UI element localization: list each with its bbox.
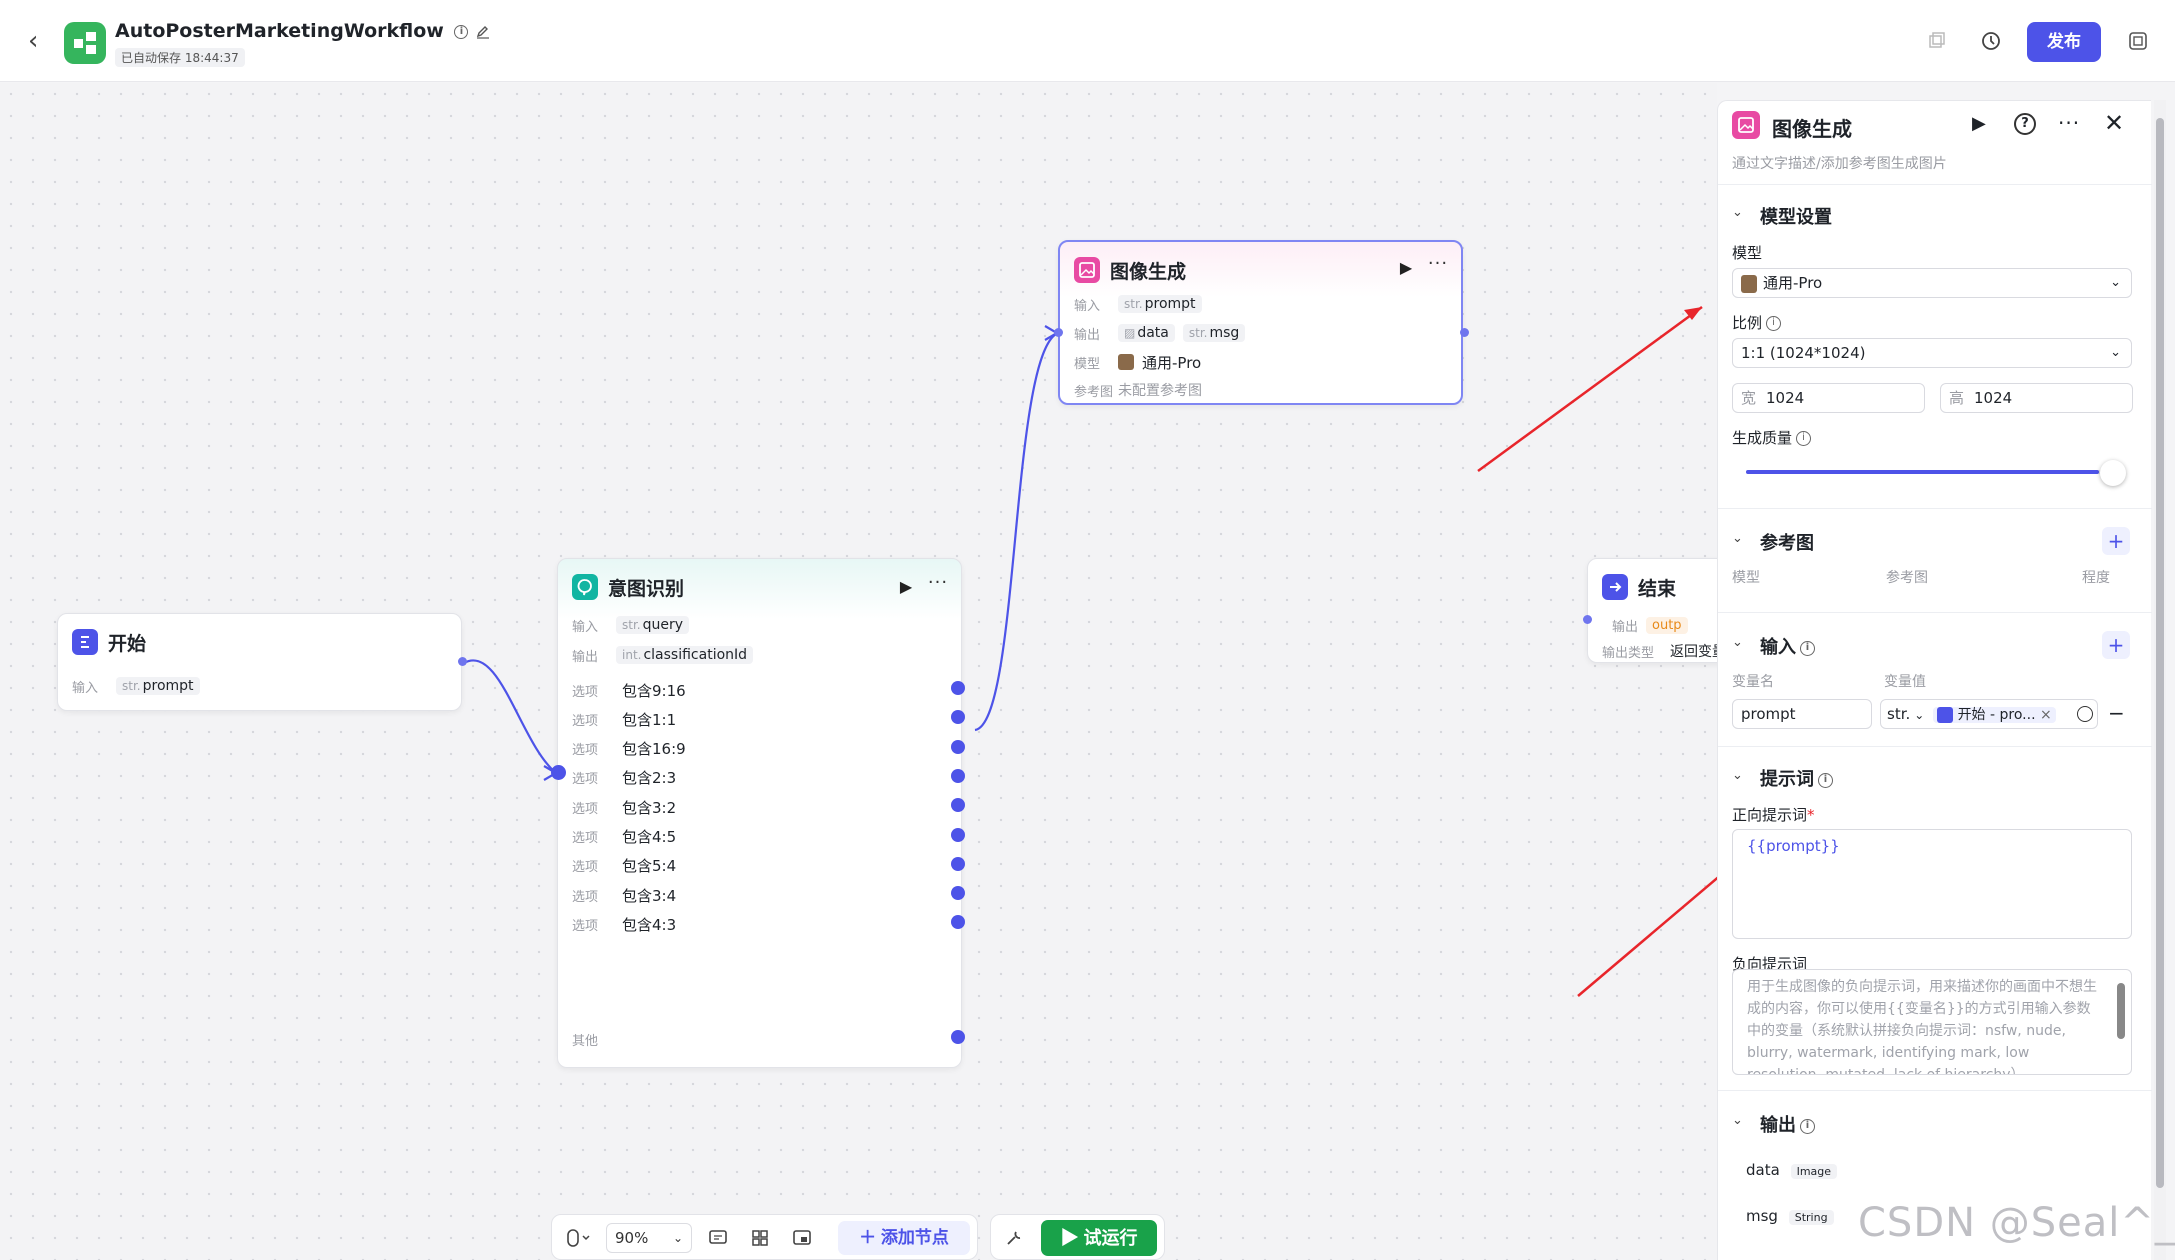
history-icon[interactable] [1978,28,2004,54]
slider-handle[interactable] [2100,460,2127,486]
workflow-canvas[interactable]: 开始 输入 str. prompt 意图识别 ▶ ··· 输入 str. query 输… [0,83,1787,1260]
quality-slider[interactable] [1746,470,2118,474]
quality-label: 生成质量 i [1732,427,1812,448]
height-input[interactable]: 高 1024 [1940,383,2133,413]
layout-icon[interactable] [2125,28,2151,54]
chevron-down-icon[interactable]: ⌄ [1732,205,1746,220]
model-select[interactable]: 通用-Pro ⌄ [1732,268,2132,298]
comment-icon[interactable] [707,1225,729,1251]
publish-button[interactable]: 发布 [2027,22,2101,62]
textarea-scrollbar[interactable] [2117,983,2125,1039]
section-input[interactable]: 输入 i [1760,633,1815,659]
chevron-left-icon[interactable]: ‹ [28,26,52,56]
output-item: msg String [1746,1207,1834,1225]
zoom-select[interactable]: 90% ⌄ [606,1223,692,1253]
model-avatar-icon [1741,274,1757,293]
edit-icon[interactable] [475,24,491,40]
node-config-panel: 图像生成 ▶ ? ··· ✕ 通过文字描述/添加参考图生成图片 ⌄ 模型设置 模… [1717,100,2152,1260]
more-icon[interactable]: ··· [2058,111,2080,135]
panel-description: 通过文字描述/添加参考图生成图片 [1732,156,1947,172]
clear-icon[interactable]: × [2040,707,2052,723]
output-item: data Image [1746,1161,1838,1179]
chevron-down-icon[interactable]: ⌄ [1732,635,1746,650]
run-node-icon[interactable]: ▶ [1972,113,1986,134]
image-icon [1732,111,1760,139]
chevron-down-icon[interactable]: ⌄ [1732,768,1746,783]
autosave-status: 已自动保存 18:44:37 [115,48,245,67]
section-output[interactable]: 输出 i [1760,1111,1815,1137]
info-icon[interactable]: i [454,24,469,39]
workflow-icon [64,22,106,64]
run-toolbar: ▶ 试运行 [990,1214,1165,1260]
panel-title: 图像生成 [1772,117,1852,141]
chevron-down-icon[interactable]: ⌄ [1732,531,1746,546]
chevron-down-icon[interactable]: ⌄ [1732,1113,1746,1128]
annotation-arrows [1477,305,1717,997]
var-name-input[interactable]: prompt [1732,699,1872,729]
negative-prompt-input[interactable]: 用于生成图像的负向提示词，用来描述你的画面中不想生成的内容，你可以使用{{变量名… [1732,969,2132,1075]
section-model-settings[interactable]: 模型设置 [1760,203,1832,229]
watermark: CSDN @Seal^_^ [1858,1200,2175,1246]
mouse-mode-icon[interactable] [564,1225,594,1251]
wrench-icon[interactable] [1003,1225,1025,1251]
scrollbar-thumb[interactable] [2156,118,2164,1188]
section-prompt[interactable]: 提示词 i [1760,765,1833,791]
positive-prompt-input[interactable]: {{prompt}} [1732,829,2132,939]
minimap-icon[interactable] [791,1225,813,1251]
canvas-toolbar: 90% ⌄ ＋ 添加节点 [551,1214,978,1260]
top-bar: ‹ AutoPosterMarketingWorkflow i 已自动保存 18… [0,0,2175,82]
test-run-button[interactable]: ▶ 试运行 [1041,1220,1157,1256]
ratio-select[interactable]: 1:1 (1024*1024) ⌄ [1732,338,2132,368]
help-icon[interactable]: ? [2014,113,2036,135]
copy-icon[interactable] [1924,28,1950,54]
close-icon[interactable]: ✕ [2104,109,2124,137]
remove-input-icon[interactable]: − [2108,701,2125,725]
var-value-ref[interactable]: str. ⌄ 开始 - pro... × [1880,699,2098,729]
ratio-label: 比例 i [1732,312,1782,333]
positive-prompt-label: 正向提示词* [1732,806,1815,824]
start-icon [1937,707,1954,723]
workflow-title: AutoPosterMarketingWorkflow i [115,20,491,42]
grid-layout-icon[interactable] [749,1225,771,1251]
add-node-button[interactable]: ＋ 添加节点 [838,1221,970,1255]
width-input[interactable]: 宽 1024 [1732,383,1925,413]
variable-picker-icon[interactable] [2077,706,2093,722]
add-reference-button[interactable]: + [2102,527,2130,555]
section-reference[interactable]: 参考图 [1760,529,1814,555]
add-input-button[interactable]: + [2102,631,2130,659]
